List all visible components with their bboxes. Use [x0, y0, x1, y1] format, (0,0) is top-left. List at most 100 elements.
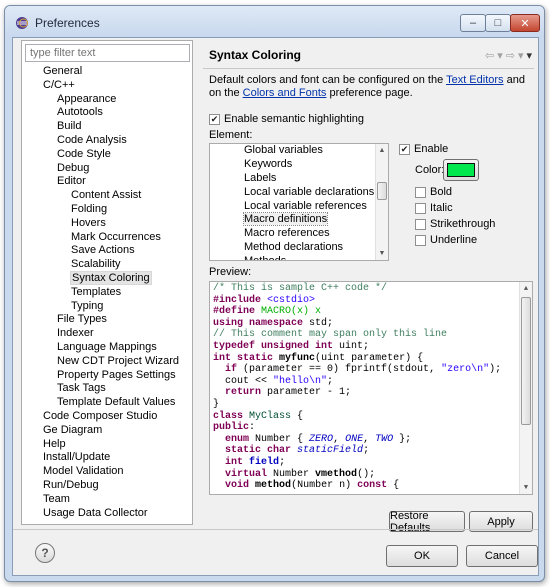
- tree-item[interactable]: File Types: [22, 313, 192, 327]
- tree-item-label: Language Mappings: [57, 340, 157, 353]
- filter-input[interactable]: [25, 44, 190, 62]
- scroll-up-arrow-icon[interactable]: ▲: [376, 144, 388, 157]
- tree-item[interactable]: Code Composer Studio: [22, 410, 192, 424]
- code-token: ONE: [345, 433, 364, 445]
- cancel-button[interactable]: Cancel: [466, 545, 538, 567]
- tree-item[interactable]: Folding: [22, 203, 192, 217]
- semantic-highlighting-checkbox[interactable]: ✔ Enable semantic highlighting: [209, 113, 364, 125]
- tree-item-label: Debug: [57, 161, 90, 174]
- element-list-item[interactable]: Methods: [210, 255, 374, 260]
- view-menu-icon[interactable]: ▾: [526, 49, 532, 62]
- scroll-thumb[interactable]: [377, 182, 387, 200]
- tree-item[interactable]: Debug: [22, 162, 192, 176]
- checkbox-checked-icon[interactable]: ✔: [399, 143, 410, 155]
- scroll-down-arrow-icon[interactable]: ▼: [376, 247, 388, 260]
- element-list-item[interactable]: Local variable references: [210, 200, 374, 214]
- desc-text-3: preference page.: [326, 87, 413, 99]
- checkbox-icon[interactable]: [415, 202, 426, 214]
- close-button[interactable]: ✕: [510, 14, 540, 32]
- forward-arrow-icon[interactable]: ⇨: [506, 49, 515, 62]
- forward-dropdown-icon[interactable]: ▾: [518, 49, 524, 62]
- scroll-thumb[interactable]: [521, 297, 531, 425]
- element-list-scrollbar[interactable]: ▲ ▼: [375, 144, 388, 260]
- element-list-item[interactable]: Method declarations: [210, 241, 374, 255]
- element-list-item[interactable]: Macro definitions: [210, 212, 374, 227]
- tree-item[interactable]: Appearance: [22, 93, 192, 107]
- checkbox-icon[interactable]: [415, 234, 426, 246]
- code-line: if (parameter == 0) fprintf(stdout, "zer…: [213, 364, 516, 376]
- tree-item[interactable]: Usage Data Collector: [22, 507, 192, 521]
- tree-item[interactable]: Model Validation: [22, 465, 192, 479]
- scroll-up-arrow-icon[interactable]: ▲: [520, 282, 532, 295]
- tree-item[interactable]: Install/Update: [22, 451, 192, 465]
- preference-tree[interactable]: General C/C++ Appearance Autotools Build Code…: [22, 65, 192, 520]
- tree-item[interactable]: Editor: [22, 175, 192, 189]
- tree-item-label: File Types: [57, 313, 107, 326]
- tree-item[interactable]: Team: [22, 493, 192, 507]
- help-icon[interactable]: ?: [35, 543, 55, 563]
- tree-item[interactable]: Ge Diagram: [22, 424, 192, 438]
- element-list-item[interactable]: Labels: [210, 172, 374, 186]
- tree-item[interactable]: Code Style: [22, 148, 192, 162]
- element-list[interactable]: Global variables Keywords Labels Local vari…: [209, 143, 389, 261]
- tree-item[interactable]: Templates: [22, 286, 192, 300]
- checkbox-checked-icon[interactable]: ✔: [209, 113, 220, 125]
- strikethrough-checkbox[interactable]: Strikethrough: [415, 218, 495, 230]
- tree-item[interactable]: General: [22, 65, 192, 79]
- tree-item-label: Save Actions: [71, 244, 135, 257]
- element-list-item[interactable]: Global variables: [210, 144, 374, 158]
- title-bar[interactable]: Preferences – □ ✕: [5, 6, 544, 37]
- tree-item-label: Property Pages Settings: [57, 368, 176, 381]
- checkbox-icon[interactable]: [415, 186, 426, 198]
- color-picker-button[interactable]: [443, 159, 479, 181]
- enable-checkbox[interactable]: ✔ Enable: [399, 143, 448, 155]
- tree-item[interactable]: C/C++: [22, 79, 192, 93]
- tree-item[interactable]: Code Analysis: [22, 134, 192, 148]
- tree-item[interactable]: Mark Occurrences: [22, 231, 192, 245]
- code-token: return: [225, 387, 262, 399]
- code-preview[interactable]: /* This is sample C++ code */#include <c…: [209, 281, 533, 495]
- tree-item[interactable]: Build: [22, 120, 192, 134]
- code-token: ZERO: [309, 433, 334, 445]
- tree-item[interactable]: Language Mappings: [22, 341, 192, 355]
- element-list-item[interactable]: Local variable declarations: [210, 186, 374, 200]
- italic-checkbox[interactable]: Italic: [415, 202, 453, 214]
- tree-item[interactable]: Hovers: [22, 217, 192, 231]
- tree-item[interactable]: Task Tags: [22, 382, 192, 396]
- minimize-button[interactable]: –: [460, 14, 486, 32]
- checkbox-icon[interactable]: [415, 218, 426, 230]
- tree-item-label: Indexer: [57, 327, 94, 340]
- tree-item[interactable]: Run/Debug: [22, 479, 192, 493]
- back-dropdown-icon[interactable]: ▾: [497, 49, 503, 62]
- maximize-button[interactable]: □: [485, 14, 511, 32]
- panel-sash[interactable]: [196, 40, 199, 525]
- ok-button[interactable]: OK: [386, 545, 458, 567]
- element-list-item[interactable]: Keywords: [210, 158, 374, 172]
- tree-item[interactable]: Help: [22, 438, 192, 452]
- tree-item-label: Run/Debug: [43, 478, 99, 491]
- text-editors-link[interactable]: Text Editors: [446, 74, 503, 86]
- tree-item[interactable]: Syntax Coloring: [22, 270, 192, 286]
- scroll-down-arrow-icon[interactable]: ▼: [520, 481, 532, 494]
- tree-item[interactable]: Scalability: [22, 258, 192, 272]
- tree-item[interactable]: Template Default Values: [22, 396, 192, 410]
- preview-scrollbar[interactable]: ▲ ▼: [519, 282, 532, 494]
- eclipse-app-icon: [16, 17, 28, 29]
- tree-item[interactable]: Autotools: [22, 106, 192, 120]
- element-list-item[interactable]: Macro references: [210, 227, 374, 241]
- tree-item[interactable]: Indexer: [22, 327, 192, 341]
- underline-checkbox[interactable]: Underline: [415, 234, 477, 246]
- back-arrow-icon[interactable]: ⇦: [485, 49, 494, 62]
- tree-item[interactable]: Property Pages Settings: [22, 369, 192, 383]
- tree-item[interactable]: Typing: [22, 300, 192, 314]
- code-token: "zero\n": [441, 364, 490, 376]
- tree-item[interactable]: Content Assist: [22, 189, 192, 203]
- colors-fonts-link[interactable]: Colors and Fonts: [243, 87, 327, 99]
- bold-checkbox[interactable]: Bold: [415, 186, 452, 198]
- tree-item[interactable]: Save Actions: [22, 244, 192, 258]
- code-token: std;: [303, 317, 334, 329]
- tree-item[interactable]: New CDT Project Wizard: [22, 355, 192, 369]
- code-token: void: [225, 480, 250, 492]
- tree-item-label: General: [43, 65, 83, 77]
